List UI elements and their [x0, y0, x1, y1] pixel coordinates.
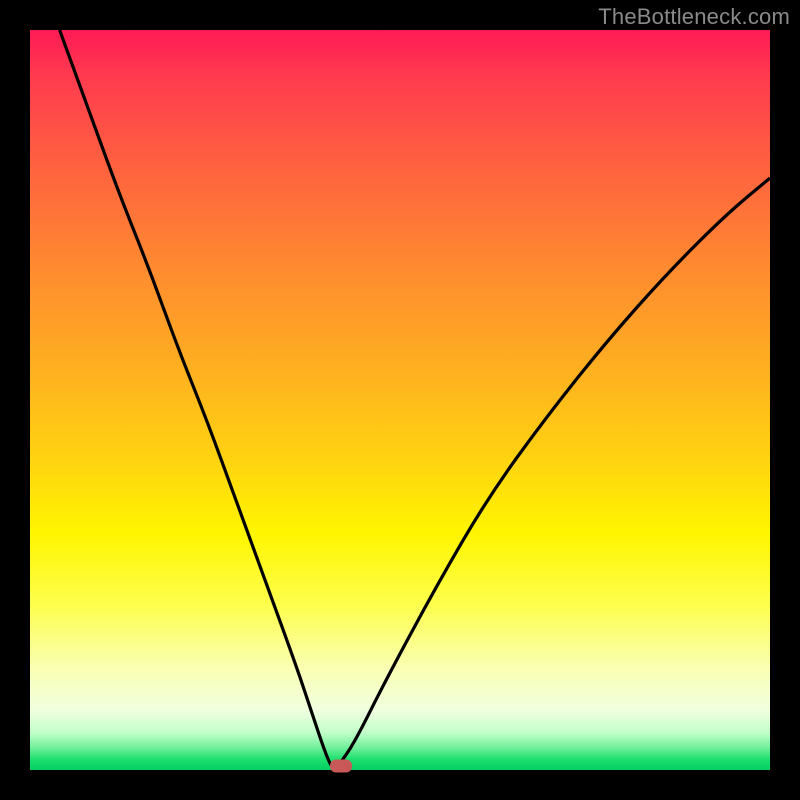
plot-area	[30, 30, 770, 770]
outer-frame: TheBottleneck.com	[0, 0, 800, 800]
bottleneck-curve	[60, 30, 770, 768]
curve-layer	[30, 30, 770, 770]
watermark-text: TheBottleneck.com	[598, 4, 790, 30]
optimal-point-marker	[330, 760, 352, 773]
